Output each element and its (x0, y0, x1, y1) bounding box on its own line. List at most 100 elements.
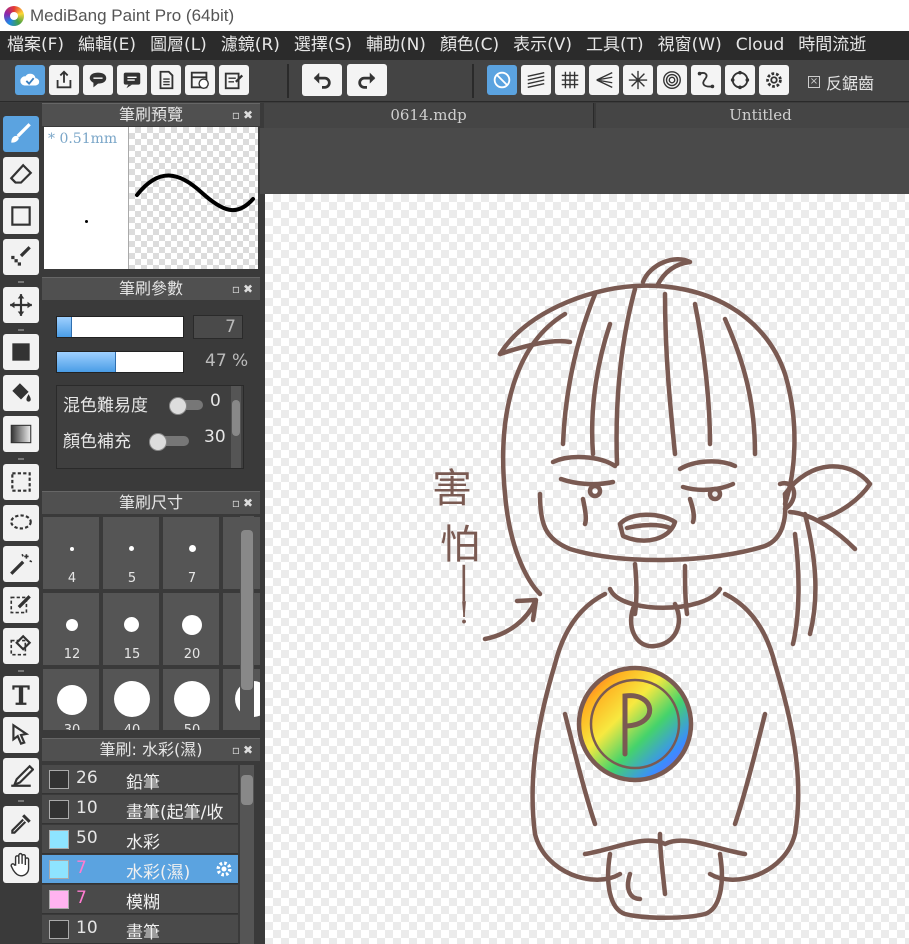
dot-tool[interactable] (3, 198, 39, 234)
schedule-button[interactable] (185, 65, 215, 95)
brush-size-cell[interactable]: 30 (42, 668, 100, 730)
perspective-snap-button[interactable] (589, 65, 619, 95)
brush-list-title: 筆刷: 水彩(濕) (99, 740, 203, 759)
brush-list-item[interactable]: 10 畫筆 (42, 915, 238, 944)
fill-slider[interactable] (149, 433, 189, 451)
menu-layer[interactable]: 圖層(L) (143, 31, 214, 60)
panel-controls-icon[interactable]: ▫✖ (232, 278, 256, 300)
brush-list-item[interactable]: 10 畫筆(起筆/收 (42, 795, 238, 824)
size-label: 15 (123, 647, 141, 662)
radial-snap-button[interactable] (623, 65, 653, 95)
menu-tools[interactable]: 工具(T) (579, 31, 651, 60)
menu-select[interactable]: 選擇(S) (287, 31, 359, 60)
size-grid-scroll-thumb[interactable] (241, 530, 253, 690)
blend-slider[interactable] (169, 397, 203, 415)
brush-item-name: 水彩 (126, 833, 160, 853)
share-icon (56, 70, 72, 89)
antialias-toggle[interactable]: × 反鋸齒 (808, 70, 874, 94)
dashed-rect-icon (11, 472, 31, 492)
brush-size-value[interactable]: 7 (193, 315, 243, 339)
cloud-save-button[interactable] (15, 65, 45, 95)
hand-tool[interactable] (3, 847, 39, 883)
select-eraser-tool[interactable] (3, 628, 39, 664)
brush-item-name: 模糊 (126, 893, 160, 913)
select-pen-tool[interactable] (3, 587, 39, 623)
brush-params-header[interactable]: 筆刷參數 ▫✖ (42, 277, 260, 300)
snap-settings-button[interactable] (759, 65, 789, 95)
parallel-snap-button[interactable] (521, 65, 551, 95)
params-scrollbar[interactable] (231, 386, 241, 468)
fill-value: 30 (204, 427, 226, 447)
brush-list-header[interactable]: 筆刷: 水彩(濕) ▫✖ (42, 738, 260, 761)
brush-size-cell[interactable]: 4 (42, 516, 100, 590)
fill-shape-tool[interactable] (3, 334, 39, 370)
brush-tool[interactable] (3, 116, 39, 152)
pen-pixel-tool[interactable] (3, 239, 39, 275)
brush-size-cell[interactable]: 12 (42, 592, 100, 666)
brush-size-mm: * 0.51mm (48, 131, 118, 147)
document-button[interactable] (151, 65, 181, 95)
brush-size-cell[interactable]: 20 (162, 592, 220, 666)
brush-size-cell[interactable]: 50 (162, 668, 220, 730)
speech-bubble-icon (89, 72, 107, 88)
menu-window[interactable]: 視窗(W) (651, 31, 729, 60)
text-tool[interactable] (3, 676, 39, 712)
brush-size-cell[interactable]: 15 (102, 592, 160, 666)
antialias-checkbox[interactable]: × (808, 76, 820, 88)
brush-list-item-selected[interactable]: 7 水彩(濕) (42, 855, 238, 884)
brush-list-item[interactable]: 50 水彩 (42, 825, 238, 854)
divide-tool[interactable] (3, 758, 39, 794)
drawing-canvas[interactable]: 害 怕 — ! (265, 194, 909, 944)
square-icon (11, 206, 31, 226)
brush-size-slider[interactable] (56, 316, 184, 338)
brush-list-scroll-thumb[interactable] (241, 775, 253, 805)
brush-list-scrollbar[interactable] (240, 765, 254, 944)
comment-button[interactable] (83, 65, 113, 95)
menu-edit[interactable]: 編輯(E) (71, 31, 143, 60)
menu-filter[interactable]: 濾鏡(R) (214, 31, 287, 60)
concentric-snap-button[interactable] (657, 65, 687, 95)
lasso-tool[interactable] (3, 505, 39, 541)
menu-cloud[interactable]: Cloud (729, 31, 792, 60)
rect-select-tool[interactable] (3, 464, 39, 500)
brush-list-item[interactable]: 26 鉛筆 (42, 765, 238, 794)
share-button[interactable] (49, 65, 79, 95)
eyedropper-tool[interactable] (3, 806, 39, 842)
brush-preview-header[interactable]: 筆刷預覽 ▫✖ (42, 103, 260, 126)
params-scroll-thumb[interactable] (232, 400, 240, 436)
circle-snap-button[interactable] (725, 65, 755, 95)
gradient-tool[interactable] (3, 416, 39, 452)
menu-file[interactable]: 檔案(F) (0, 31, 71, 60)
brush-settings-gear-icon[interactable] (214, 859, 234, 879)
curve-snap-button[interactable] (691, 65, 721, 95)
menu-view[interactable]: 表示(V) (506, 31, 579, 60)
menu-assist[interactable]: 輔助(N) (359, 31, 433, 60)
panel-controls-icon[interactable]: ▫✖ (232, 104, 256, 126)
message-button[interactable] (117, 65, 147, 95)
brush-size-cell[interactable]: 40 (102, 668, 160, 730)
checklist-button[interactable] (219, 65, 249, 95)
undo-button[interactable] (302, 64, 342, 96)
size-grid-scrollbar[interactable] (240, 516, 254, 730)
brush-size-header[interactable]: 筆刷尺寸 ▫✖ (42, 491, 260, 514)
blend-label: 混色難易度 (63, 396, 148, 416)
redo-button[interactable] (347, 64, 387, 96)
grid-snap-button[interactable] (555, 65, 585, 95)
snap-off-button[interactable] (487, 65, 517, 95)
panel-controls-icon[interactable]: ▫✖ (232, 739, 256, 761)
panel-controls-icon[interactable]: ▫✖ (232, 492, 256, 514)
move-tool[interactable] (3, 287, 39, 323)
eraser-tool[interactable] (3, 157, 39, 193)
brush-list-item[interactable]: 7 模糊 (42, 885, 238, 914)
bucket-tool[interactable] (3, 375, 39, 411)
menu-color[interactable]: 顏色(C) (433, 31, 506, 60)
operation-tool[interactable] (3, 717, 39, 753)
toolbar-separator (472, 64, 474, 98)
brush-size-cell[interactable]: 7 (162, 516, 220, 590)
magic-wand-tool[interactable] (3, 546, 39, 582)
tab-untitled[interactable]: Untitled (596, 103, 909, 128)
brush-opacity-slider[interactable] (56, 351, 184, 373)
menu-timelapse[interactable]: 時間流逝 (791, 31, 873, 60)
tab-0614-mdp[interactable]: 0614.mdp (264, 103, 594, 128)
brush-size-cell[interactable]: 5 (102, 516, 160, 590)
